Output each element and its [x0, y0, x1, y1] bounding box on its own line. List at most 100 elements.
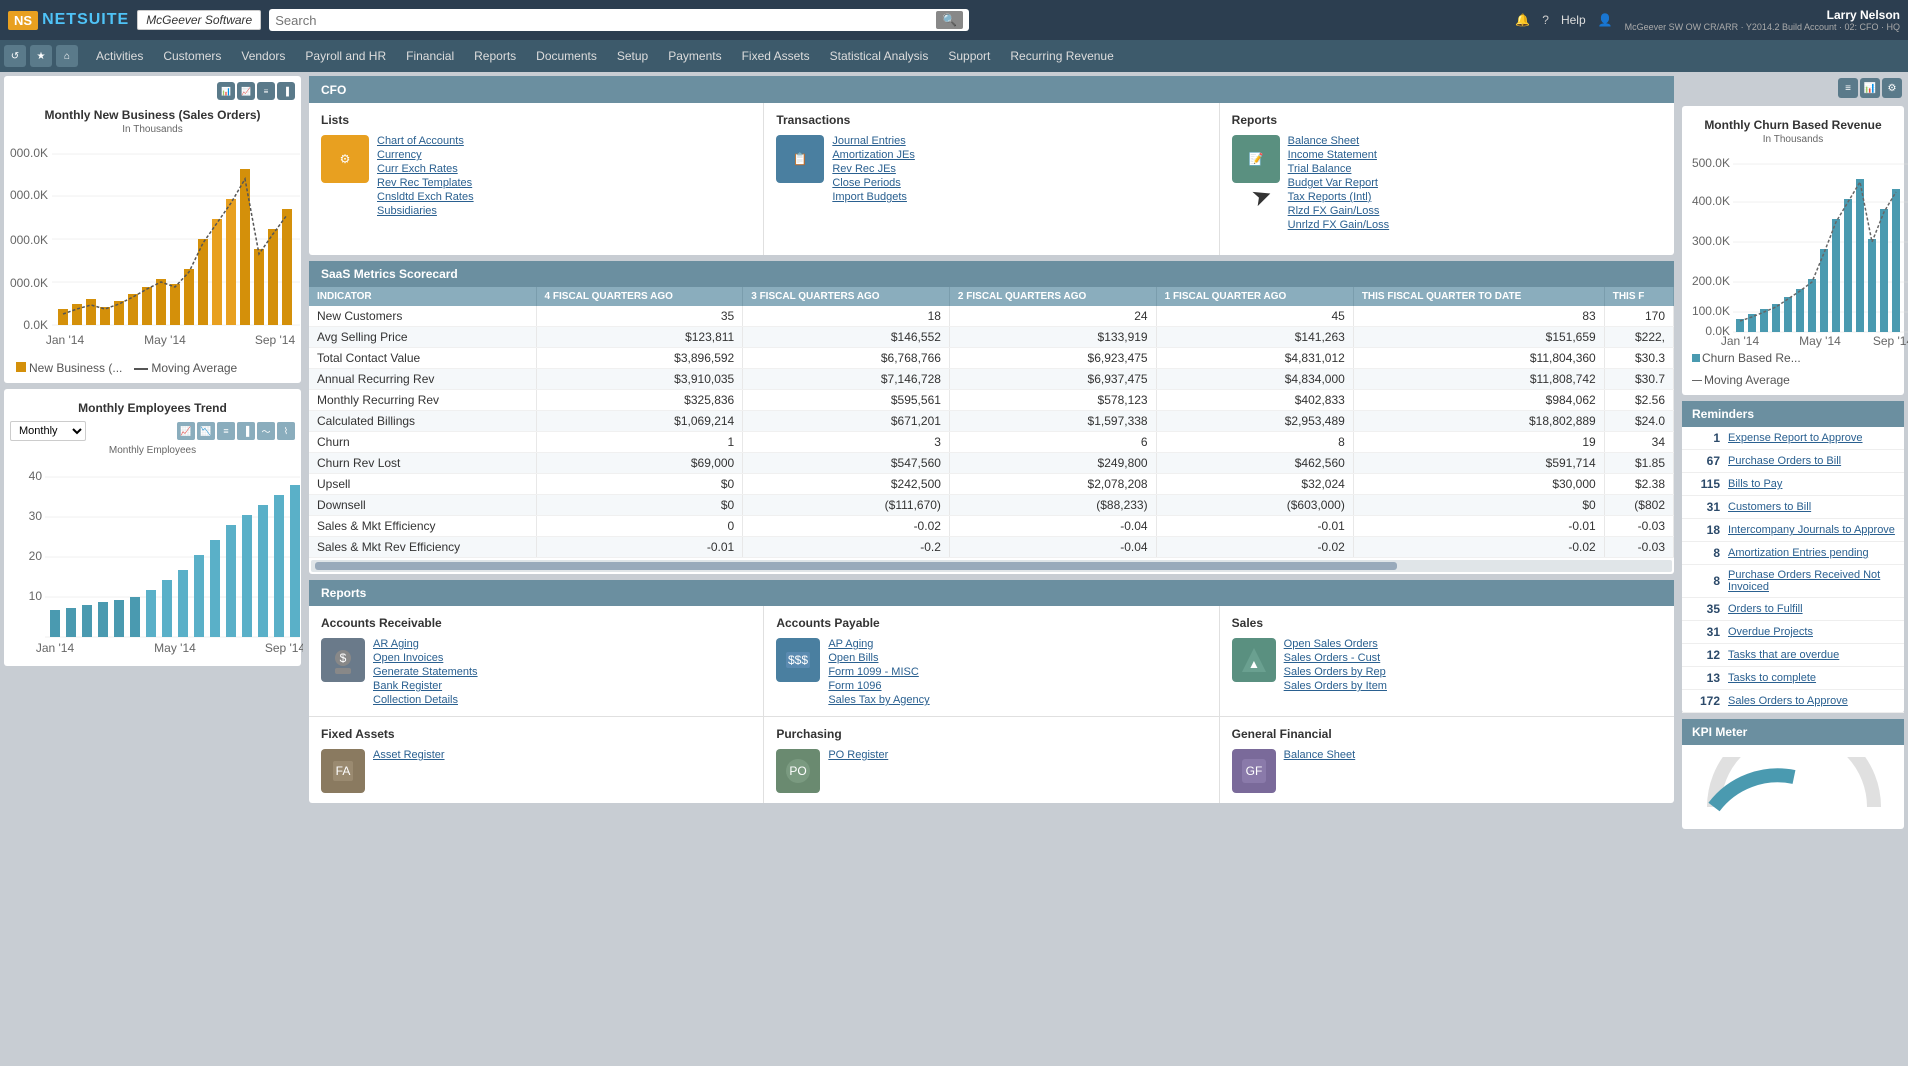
reports-sales-content: ▲ Open Sales Orders Sales Orders - Cust …	[1232, 638, 1662, 692]
star-icon[interactable]: ★	[30, 45, 52, 67]
nav-documents[interactable]: Documents	[526, 43, 607, 69]
svg-text:40: 40	[29, 469, 43, 483]
link-amortization-jes[interactable]: Amortization JEs	[832, 149, 915, 161]
reminder-label[interactable]: Tasks that are overdue	[1728, 649, 1839, 661]
reports-ar-content: $ AR Aging Open Invoices Generate Statem…	[321, 638, 751, 706]
nav-activities[interactable]: Activities	[86, 43, 153, 69]
link-ar-aging[interactable]: AR Aging	[373, 638, 478, 650]
link-import-budgets[interactable]: Import Budgets	[832, 191, 915, 203]
nav-reports[interactable]: Reports	[464, 43, 526, 69]
help-label[interactable]: Help	[1561, 13, 1586, 27]
reminder-row: 115 Bills to Pay	[1682, 473, 1904, 496]
chart-bar-icon[interactable]: ▐	[237, 422, 255, 440]
link-budget-var-report[interactable]: Budget Var Report	[1288, 177, 1389, 189]
link-open-invoices[interactable]: Open Invoices	[373, 652, 478, 664]
nav-vendors[interactable]: Vendors	[231, 43, 295, 69]
chart-line-icon[interactable]: 📈	[177, 422, 195, 440]
svg-text:2,000.0K: 2,000.0K	[10, 276, 48, 290]
back-icon[interactable]: ↺	[4, 45, 26, 67]
user-icon[interactable]: 👤	[1598, 13, 1613, 27]
value-cell: $2.38	[1604, 474, 1673, 495]
chart1-icon1[interactable]: 📊	[217, 82, 235, 100]
right-icon2[interactable]: 📊	[1860, 78, 1880, 98]
nav-support[interactable]: Support	[938, 43, 1000, 69]
link-asset-register[interactable]: Asset Register	[373, 749, 445, 761]
nav-setup[interactable]: Setup	[607, 43, 658, 69]
reminder-label[interactable]: Intercompany Journals to Approve	[1728, 524, 1895, 536]
reminder-label[interactable]: Expense Report to Approve	[1728, 432, 1863, 444]
link-cnsldtd-exch-rates[interactable]: Cnsldtd Exch Rates	[377, 191, 474, 203]
chart1-icon2[interactable]: 📈	[237, 82, 255, 100]
nav-statistical[interactable]: Statistical Analysis	[820, 43, 939, 69]
chart-area-icon[interactable]: 📉	[197, 422, 215, 440]
link-trial-balance[interactable]: Trial Balance	[1288, 163, 1389, 175]
notifications-icon[interactable]: 🔔	[1515, 13, 1530, 27]
link-open-sales-orders[interactable]: Open Sales Orders	[1284, 638, 1387, 650]
link-collection-details[interactable]: Collection Details	[373, 694, 478, 706]
reminder-label[interactable]: Tasks to complete	[1728, 672, 1816, 684]
indicator-cell: Total Contact Value	[309, 348, 536, 369]
cfo-transactions-links: Journal Entries Amortization JEs Rev Rec…	[832, 135, 915, 203]
chart1-icon4[interactable]: ▐	[277, 82, 295, 100]
link-curr-exch-rates[interactable]: Curr Exch Rates	[377, 163, 474, 175]
right-icon3[interactable]: ⚙	[1882, 78, 1902, 98]
link-form-1099[interactable]: Form 1099 - MISC	[828, 666, 929, 678]
link-ap-aging[interactable]: AP Aging	[828, 638, 929, 650]
nav-fixed-assets[interactable]: Fixed Assets	[732, 43, 820, 69]
nav-payroll[interactable]: Payroll and HR	[295, 43, 396, 69]
reminder-label[interactable]: Purchase Orders Received Not Invoiced	[1728, 569, 1896, 593]
link-form-1096[interactable]: Form 1096	[828, 680, 929, 692]
link-unrlzd-fx[interactable]: Unrlzd FX Gain/Loss	[1288, 219, 1389, 231]
link-currency[interactable]: Currency	[377, 149, 474, 161]
user-info: Larry Nelson McGeever SW OW CR/ARR · Y20…	[1625, 8, 1900, 32]
link-generate-statements[interactable]: Generate Statements	[373, 666, 478, 678]
link-balance-sheet[interactable]: Balance Sheet	[1288, 135, 1389, 147]
nav-recurring[interactable]: Recurring Revenue	[1000, 43, 1123, 69]
nav-customers[interactable]: Customers	[153, 43, 231, 69]
link-po-register[interactable]: PO Register	[828, 749, 888, 761]
reminder-label[interactable]: Overdue Projects	[1728, 626, 1813, 638]
home-icon[interactable]: ⌂	[56, 45, 78, 67]
reminder-label[interactable]: Sales Orders to Approve	[1728, 695, 1848, 707]
link-sales-orders-rep[interactable]: Sales Orders by Rep	[1284, 666, 1387, 678]
reminder-label[interactable]: Orders to Fulfill	[1728, 603, 1803, 615]
link-rlzd-fx[interactable]: Rlzd FX Gain/Loss	[1288, 205, 1389, 217]
reminder-label[interactable]: Purchase Orders to Bill	[1728, 455, 1841, 467]
value-cell: $984,062	[1353, 390, 1604, 411]
link-open-bills[interactable]: Open Bills	[828, 652, 929, 664]
link-sales-tax-agency[interactable]: Sales Tax by Agency	[828, 694, 929, 706]
reminder-label[interactable]: Bills to Pay	[1728, 478, 1782, 490]
chart-table-icon[interactable]: ≡	[217, 422, 235, 440]
link-income-statement[interactable]: Income Statement	[1288, 149, 1389, 161]
nav-financial[interactable]: Financial	[396, 43, 464, 69]
link-rev-rec-jes[interactable]: Rev Rec JEs	[832, 163, 915, 175]
link-journal-entries[interactable]: Journal Entries	[832, 135, 915, 147]
reminder-label[interactable]: Amortization Entries pending	[1728, 547, 1869, 559]
link-sales-orders-cust[interactable]: Sales Orders - Cust	[1284, 652, 1387, 664]
link-chart-of-accounts[interactable]: Chart of Accounts	[377, 135, 474, 147]
employees-period-select[interactable]: Monthly Quarterly Annually	[10, 421, 86, 441]
search-input[interactable]	[275, 13, 936, 28]
reminder-label[interactable]: Customers to Bill	[1728, 501, 1811, 513]
help-icon[interactable]: ?	[1542, 13, 1549, 27]
kpi-body	[1682, 745, 1904, 829]
nav-payments[interactable]: Payments	[658, 43, 731, 69]
table-row: Avg Selling Price$123,811$146,552$133,91…	[309, 327, 1674, 348]
link-subsidiaries[interactable]: Subsidiaries	[377, 205, 474, 217]
link-bank-register[interactable]: Bank Register	[373, 680, 478, 692]
chart-wave-icon[interactable]: 〜	[257, 422, 275, 440]
link-tax-reports[interactable]: Tax Reports (Intl)	[1288, 191, 1389, 203]
search-button[interactable]: 🔍	[936, 11, 963, 29]
chart1-icon3[interactable]: ≡	[257, 82, 275, 100]
saas-scrollbar[interactable]	[311, 560, 1672, 572]
link-balance-sheet-2[interactable]: Balance Sheet	[1284, 749, 1356, 761]
right-icon1[interactable]: ≡	[1838, 78, 1858, 98]
link-close-periods[interactable]: Close Periods	[832, 177, 915, 189]
value-cell: ($111,670)	[743, 495, 950, 516]
reports-purchasing-content: PO PO Register	[776, 749, 1206, 793]
saas-scrollbar-thumb[interactable]	[315, 562, 1397, 570]
link-rev-rec-templates[interactable]: Rev Rec Templates	[377, 177, 474, 189]
link-sales-orders-item[interactable]: Sales Orders by Item	[1284, 680, 1387, 692]
indicator-cell: Calculated Billings	[309, 411, 536, 432]
chart-step-icon[interactable]: ⌇	[277, 422, 295, 440]
